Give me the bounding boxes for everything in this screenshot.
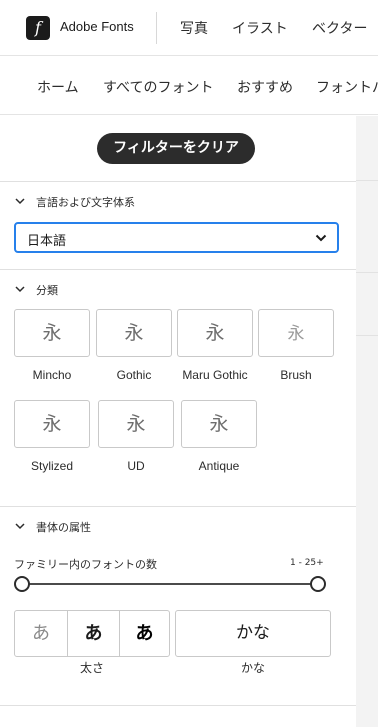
kana-only-button[interactable]: かな [175, 610, 331, 657]
subnav-link-recommended[interactable]: おすすめ [237, 77, 293, 97]
content-area-edge [356, 116, 378, 727]
sub-nav: ホーム すべてのフォント おすすめ フォントパ [0, 57, 378, 115]
classification-label-brush: Brush [280, 368, 312, 382]
divider [0, 506, 356, 507]
mincho-sample-glyph: 永 [42, 322, 62, 344]
nav-link-vectors[interactable]: ベクター [312, 18, 367, 38]
content-divider [356, 335, 378, 336]
maru-gothic-sample-glyph: 永 [205, 322, 225, 344]
weight-bold-button[interactable]: あ [120, 611, 169, 656]
clear-filters-button[interactable]: フィルターをクリア [97, 133, 255, 164]
weight-label: 太さ [79, 661, 104, 675]
classification-tile-gothic[interactable]: 永 [96, 309, 172, 357]
gothic-sample-glyph: 永 [124, 322, 144, 344]
classification-label-antique: Antique [198, 459, 240, 473]
family-count-slider-max-handle[interactable] [310, 576, 326, 592]
family-count-range: 1 - 25+ [290, 558, 324, 568]
language-select[interactable]: 日本語 [14, 222, 339, 253]
weight-light-button[interactable]: あ [15, 611, 67, 656]
filter-panel: フィルターをクリア 言語および文字体系 日本語 分類 永 永 永 永 Minch… [0, 116, 356, 727]
classification-tile-brush[interactable]: 永 [258, 309, 334, 357]
adobe-fonts-logo-icon[interactable]: f [26, 16, 50, 40]
classification-label-ud: UD [127, 459, 145, 473]
classification-tile-mincho[interactable]: 永 [14, 309, 90, 357]
kana-label: かな [240, 661, 265, 675]
antique-sample-glyph: 永 [209, 413, 229, 435]
divider [0, 181, 356, 182]
classification-tile-ud[interactable]: 永 [98, 400, 174, 448]
brand-name[interactable]: Adobe Fonts [60, 19, 134, 34]
family-count-label: ファミリー内のフォントの数 [14, 558, 157, 571]
classification-tile-maru-gothic[interactable]: 永 [177, 309, 253, 357]
chevron-down-icon [15, 198, 25, 205]
language-select-value: 日本語 [27, 234, 67, 249]
ud-sample-glyph: 永 [126, 413, 146, 435]
language-section-title: 言語および文字体系 [36, 196, 135, 209]
family-count-slider-track[interactable] [22, 583, 318, 585]
classification-tile-stylized[interactable]: 永 [14, 400, 90, 448]
subnav-link-home[interactable]: ホーム [37, 77, 79, 97]
divider [0, 269, 356, 270]
weight-regular-button[interactable]: あ [68, 611, 119, 656]
chevron-down-icon [15, 286, 25, 293]
top-bar: f Adobe Fonts 写真 イラスト ベクター [0, 0, 378, 56]
classification-tile-antique[interactable]: 永 [181, 400, 257, 448]
content-divider [356, 180, 378, 181]
family-count-slider-min-handle[interactable] [14, 576, 30, 592]
top-divider [156, 12, 157, 44]
weight-selector: あ あ あ [14, 610, 170, 657]
divider [0, 705, 356, 706]
subnav-link-all-fonts[interactable]: すべてのフォント [103, 77, 213, 97]
content-divider [356, 272, 378, 273]
subnav-link-font-packs[interactable]: フォントパ [316, 77, 378, 97]
chevron-down-icon [315, 234, 327, 242]
chevron-down-icon [15, 523, 25, 530]
nav-link-photos[interactable]: 写真 [180, 18, 208, 38]
properties-section-title: 書体の属性 [36, 521, 91, 534]
brush-sample-glyph: 永 [287, 324, 305, 344]
classification-section-title: 分類 [36, 284, 58, 297]
nav-link-illustrations[interactable]: イラスト [232, 18, 288, 38]
stylized-sample-glyph: 永 [42, 413, 62, 435]
classification-label-stylized: Stylized [30, 459, 74, 473]
